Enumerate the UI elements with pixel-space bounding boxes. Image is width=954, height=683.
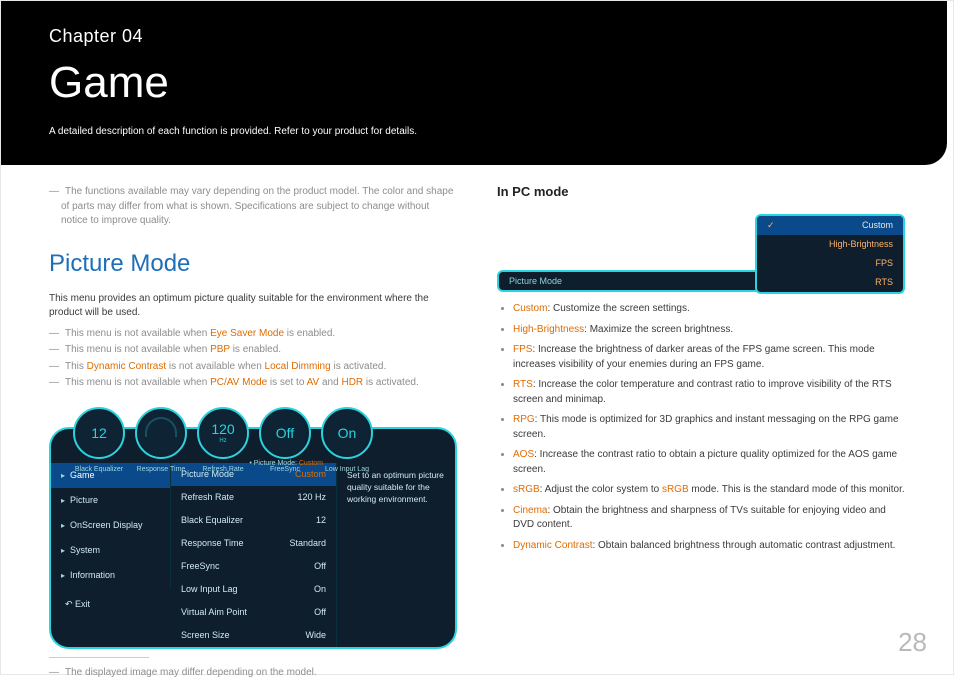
osd-settings: Picture ModeCustomRefresh Rate120 HzBlac… [171,463,337,647]
note: This menu is not available when Eye Save… [49,327,457,342]
dropdown-bar-label: Picture Mode [509,275,562,288]
dropdown-option: High-Brightness [757,235,903,254]
mode-bullet: sRGB: Adjust the color system to sRGB mo… [513,483,905,498]
osd-dial-label: Refresh Rate [197,465,249,475]
osd-setting-row: Response TimeStandard [171,532,336,555]
osd-panel: • Picture Mode: Custom GamePictureOnScre… [49,427,457,649]
note: This menu is not available when PBP is e… [49,343,457,358]
osd-nav: GamePictureOnScreen DisplaySystemInforma… [51,463,171,588]
dropdown-option: RTS [757,273,903,292]
chapter-subtitle: A detailed description of each function … [49,125,899,140]
dropdown-option: FPS [757,254,903,273]
top-note: The functions available may vary dependi… [49,185,457,229]
mode-bullet: FPS: Increase the brightness of darker a… [513,343,905,372]
osd-exit: Exit [51,588,171,621]
mode-descriptions: Custom: Customize the screen settings. Hi… [497,302,905,553]
mode-bullet: Custom: Customize the screen settings. [513,302,905,317]
osd-nav-item: System [51,538,170,563]
mode-bullet: High-Brightness: Maximize the screen bri… [513,323,905,338]
osd-setting-row: Black Equalizer12 [171,509,336,532]
osd-nav-item: Picture [51,488,170,513]
osd-nav-item: OnScreen Display [51,513,170,538]
note: This Dynamic Contrast is not available w… [49,360,457,375]
mode-bullet: Cinema: Obtain the brightness and sharpn… [513,504,905,533]
dropdown-option: ✓Custom [757,216,903,235]
mode-bullet: Dynamic Contrast: Obtain balanced bright… [513,539,905,554]
osd-screenshot: 12 120HzOffOn Black Equalizer Response Tim… [49,407,457,650]
right-column: In PC mode ✓CustomHigh-BrightnessFPSRTS … [497,183,905,682]
osd-setting-row: FreeSyncOff [171,555,336,578]
chapter-banner: Chapter 04 Game A detailed description o… [1,1,947,165]
right-title: In PC mode [497,183,905,202]
osd-dial: 12 [73,407,125,459]
osd-dial-label: FreeSync [259,465,311,475]
mode-bullet: RTS: Increase the color temperature and … [513,378,905,407]
page-number: 28 [898,624,927,662]
osd-dial-label: Black Equalizer [73,465,125,475]
mode-bullet: RPG: This mode is optimized for 3D graph… [513,413,905,442]
osd-setting-row: Screen SizeWide [171,624,336,647]
osd-setting-row: Low Input LagOn [171,578,336,601]
notes-list: This menu is not available when Eye Save… [49,327,457,391]
dropdown-menu: ✓CustomHigh-BrightnessFPSRTS [755,214,905,294]
osd-dial [135,407,187,459]
osd-dial: On [321,407,373,459]
note: This menu is not available when PC/AV Mo… [49,376,457,391]
osd-nav-item: Information [51,563,170,588]
separator [49,657,149,658]
osd-description: Set to an optimum picture quality suitab… [337,463,455,647]
chapter-label: Chapter 04 [49,23,899,49]
osd-dial-label: Response Time [135,465,187,475]
left-column: The functions available may vary dependi… [49,183,457,682]
mode-bullet: AOS: Increase the contrast ratio to obta… [513,448,905,477]
caption: The displayed image may differ depending… [49,666,457,681]
section-intro: This menu provides an optimum picture qu… [49,292,457,321]
osd-setting-row: Refresh Rate120 Hz [171,486,336,509]
osd-dial: 120Hz [197,407,249,459]
picture-mode-dropdown: ✓CustomHigh-BrightnessFPSRTS Picture Mod… [497,214,905,292]
section-title: Picture Mode [49,247,457,282]
osd-setting-row: Virtual Aim PointOff [171,601,336,624]
chapter-title: Game [49,51,899,115]
osd-dial-label: Low Input Lag [321,465,373,475]
osd-dial: Off [259,407,311,459]
